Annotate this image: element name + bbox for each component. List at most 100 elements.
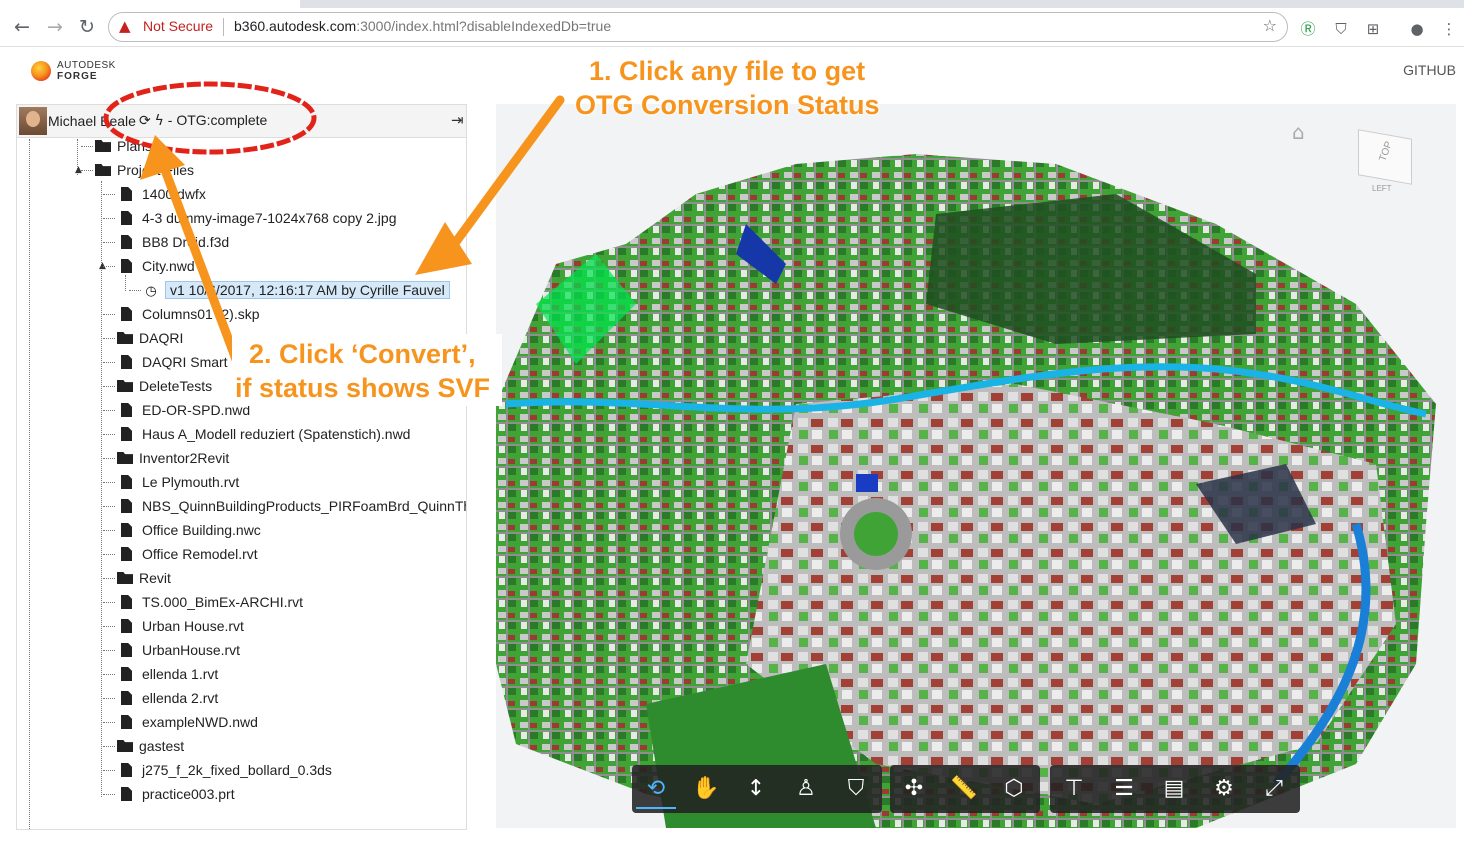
city-model-render[interactable] (496, 104, 1456, 828)
settings-icon[interactable]: ⚙ (1204, 769, 1244, 809)
tree-connector (103, 386, 115, 387)
tree-folder-item[interactable]: gastest (103, 735, 184, 757)
reload-button[interactable]: ↻ (76, 16, 98, 38)
tree-folder-item[interactable]: Plans (81, 135, 152, 157)
tree-item-label: practice003.prt (142, 786, 235, 802)
tree-connector (103, 362, 115, 363)
file-icon (121, 403, 132, 417)
tree-folder-item[interactable]: Project Files (81, 159, 195, 181)
tree-file-item[interactable]: NBS_QuinnBuildingProducts_PIRFoamBrd_Qui… (103, 495, 467, 517)
tree-item-label: ellenda 2.rvt (142, 690, 219, 706)
section-icon[interactable]: ⬡ (994, 769, 1034, 809)
tree-folder-item[interactable]: Inventor2Revit (103, 447, 230, 469)
tree-file-item[interactable]: BB8 Droid.f3d (103, 231, 229, 253)
tree-file-item[interactable]: j275_f_2k_fixed_bollard_0.3ds (103, 759, 332, 781)
settings-tools-group: ⊤ ☰ ▤ ⚙ ⤢ (1050, 765, 1300, 813)
tree-connector (103, 650, 115, 651)
zoom-icon[interactable]: ↕ (736, 769, 776, 809)
tree-version-item[interactable]: ◷ v1 10/6/2017, 12:16:17 AM by Cyrille Fa… (129, 279, 450, 301)
tree-file-item[interactable]: practice003.prt (103, 783, 235, 805)
refresh-icon[interactable]: ⟳ (139, 113, 151, 129)
step2-line2: if status shows SVF (235, 373, 491, 403)
first-person-icon[interactable]: ♙ (786, 769, 826, 809)
tree-item-label: Office Remodel.rvt (142, 546, 258, 562)
tree-item-label: 4-3 dummy-image7-1024x768 copy 2.jpg (142, 210, 397, 226)
browser-menu-icon[interactable]: ⋮ (1440, 20, 1458, 38)
tree-file-item[interactable]: 4-3 dummy-image7-1024x768 copy 2.jpg (103, 207, 397, 229)
lightning-icon[interactable]: ϟ (155, 113, 164, 129)
tree-connector (81, 146, 93, 147)
url-text[interactable]: b360.autodesk.com:3000/index.html?disabl… (234, 18, 611, 34)
file-icon (121, 211, 132, 225)
address-separator (223, 18, 224, 36)
folder-icon (117, 380, 133, 392)
step1-line2: OTG Conversion Status (575, 90, 880, 120)
file-icon (121, 355, 132, 369)
tree-file-item[interactable]: ellenda 1.rvt (103, 663, 218, 685)
tree-item-label: j275_f_2k_fixed_bollard_0.3ds (142, 762, 332, 778)
tree-file-item[interactable]: City.nwd (103, 255, 195, 277)
github-link[interactable]: GITHUB (1403, 62, 1456, 78)
forward-button[interactable]: → (44, 16, 66, 38)
profile-icon[interactable]: ● (1408, 20, 1426, 38)
tree-file-item[interactable]: TS.000_BimEx-ARCHI.rvt (103, 591, 303, 613)
tree-item-label: Inventor2Revit (139, 450, 230, 466)
star-icon[interactable]: ☆ (1263, 16, 1277, 35)
tree-connector (103, 626, 115, 627)
tree-connector (129, 290, 141, 291)
tree-file-item[interactable]: DAQRI Smart (103, 351, 228, 373)
tree-folder-item[interactable]: DAQRI (103, 327, 183, 349)
tree-folder-item[interactable]: DeleteTests (103, 375, 212, 397)
orbit-icon[interactable]: ⟲ (636, 769, 676, 809)
file-icon (121, 475, 132, 489)
tree-connector (103, 194, 115, 195)
camera-icon[interactable]: ⛉ (836, 769, 876, 809)
file-icon (121, 235, 132, 249)
tree-item-label: Office Building.nwc (142, 522, 261, 538)
pan-icon[interactable]: ✋ (686, 769, 726, 809)
shield-icon[interactable]: ⛉ (1332, 20, 1350, 38)
address-bar[interactable]: ▲ Not Secure b360.autodesk.com:3000/inde… (108, 12, 1288, 42)
back-button[interactable]: ← (11, 16, 33, 38)
model-viewer[interactable]: ⌂ TOP LEFT ⟲ ✋ ↕ ♙ ⛉ ✣ 📏 ⬡ ⊤ ☰ ▤ ⚙ ⤢ (496, 104, 1456, 828)
tab-strip (0, 0, 1464, 8)
tree-file-item[interactable]: Office Remodel.rvt (103, 543, 258, 565)
navigation-tools-group: ⟲ ✋ ↕ ♙ ⛉ (632, 765, 882, 813)
tree-file-item[interactable]: Columns01 (2).skp (103, 303, 260, 325)
tree-item-label: NBS_QuinnBuildingProducts_PIRFoamBrd_Qui… (142, 498, 467, 514)
tree-connector (103, 314, 115, 315)
folder-icon (117, 572, 133, 584)
extension-puzzle-icon[interactable]: ⊞ (1364, 20, 1382, 38)
tree-file-item[interactable]: ellenda 2.rvt (103, 687, 219, 709)
folder-icon (117, 452, 133, 464)
step1-line1: 1. Click any file to get (589, 56, 866, 86)
home-icon[interactable]: ⌂ (1292, 120, 1305, 144)
folder-icon (95, 140, 111, 152)
properties-icon[interactable]: ▤ (1154, 769, 1194, 809)
tree-item-label: 1400.dwfx (142, 186, 206, 202)
tree-file-item[interactable]: Office Building.nwc (103, 519, 261, 541)
tree-connector (103, 746, 115, 747)
fullscreen-icon[interactable]: ⤢ (1254, 769, 1294, 809)
extension-r-icon[interactable]: Ⓡ (1299, 20, 1317, 38)
explode-icon[interactable]: ✣ (894, 769, 934, 809)
view-cube[interactable]: TOP LEFT (1358, 129, 1414, 193)
tree-folder-item[interactable]: Revit (103, 567, 171, 589)
active-tab[interactable] (0, 0, 300, 8)
logout-icon[interactable]: ⇥ (451, 111, 464, 129)
tree-item-label: Project Files (117, 162, 195, 178)
layers-icon[interactable]: ☰ (1104, 769, 1144, 809)
tree-file-item[interactable]: Urban House.rvt (103, 615, 244, 637)
tree-file-item[interactable]: Le Plymouth.rvt (103, 471, 239, 493)
tree-file-item[interactable]: exampleNWD.nwd (103, 711, 258, 733)
tree-file-item[interactable]: 1400.dwfx (103, 183, 206, 205)
model-browser-icon[interactable]: ⊤ (1054, 769, 1094, 809)
file-icon (121, 643, 132, 657)
tree-connector (103, 458, 115, 459)
measure-icon[interactable]: 📏 (944, 769, 984, 809)
tree-connector (103, 674, 115, 675)
tree-file-item[interactable]: Haus A_Modell reduziert (Spatenstich).nw… (103, 423, 410, 445)
tree-file-item[interactable]: ED-OR-SPD.nwd (103, 399, 250, 421)
tree-file-item[interactable]: UrbanHouse.rvt (103, 639, 240, 661)
conversion-status: ⟳ ϟ - OTG:complete (139, 112, 267, 129)
